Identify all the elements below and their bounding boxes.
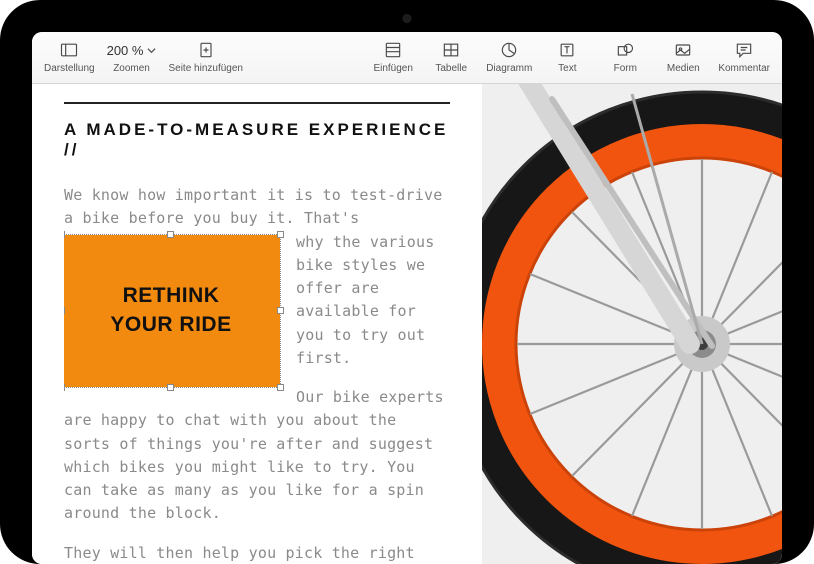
app-toolbar: Darstellung 200 % Zoomen Seite h bbox=[32, 32, 782, 84]
resize-handle-se[interactable] bbox=[277, 384, 284, 391]
resize-handle-w[interactable] bbox=[64, 307, 65, 314]
insert-icon bbox=[383, 38, 403, 62]
media-icon bbox=[673, 38, 693, 62]
text-button[interactable]: Text bbox=[540, 38, 594, 74]
resize-handle-e[interactable] bbox=[277, 307, 284, 314]
callout-shape[interactable]: RETHINK YOUR RIDE bbox=[64, 235, 280, 387]
view-label: Darstellung bbox=[44, 63, 95, 74]
bike-wheel-image bbox=[482, 84, 782, 564]
zoom-label: Zoomen bbox=[113, 63, 150, 74]
chart-label: Diagramm bbox=[486, 63, 532, 74]
body-text[interactable]: We know how important it is to test-driv… bbox=[64, 184, 450, 564]
resize-handle-sw[interactable] bbox=[64, 384, 65, 391]
media-label: Medien bbox=[667, 63, 700, 74]
table-icon bbox=[441, 38, 461, 62]
text-icon bbox=[557, 38, 577, 62]
media-button[interactable]: Medien bbox=[656, 38, 710, 74]
page-heading[interactable]: A MADE-TO-MEASURE EXPERIENCE // bbox=[64, 120, 450, 160]
insert-button[interactable]: Einfügen bbox=[366, 38, 420, 74]
paragraph-1a: We know how important it is to test-driv… bbox=[64, 186, 442, 227]
rule bbox=[64, 102, 450, 104]
resize-handle-ne[interactable] bbox=[277, 231, 284, 238]
add-page-icon bbox=[196, 38, 216, 62]
add-page-label: Seite hinzufügen bbox=[168, 63, 243, 74]
shape-icon bbox=[615, 38, 635, 62]
table-label: Tabelle bbox=[435, 63, 467, 74]
chart-button[interactable]: Diagramm bbox=[482, 38, 536, 74]
text-label: Text bbox=[558, 63, 576, 74]
view-icon bbox=[59, 38, 79, 62]
resize-handle-n[interactable] bbox=[167, 231, 174, 238]
document-canvas[interactable]: A MADE-TO-MEASURE EXPERIENCE // We know … bbox=[32, 84, 782, 564]
comment-icon bbox=[734, 38, 754, 62]
comment-label: Kommentar bbox=[718, 63, 770, 74]
paragraph-3: They will then help you pick the right f… bbox=[64, 542, 450, 564]
comment-button[interactable]: Kommentar bbox=[714, 38, 774, 74]
chart-icon bbox=[499, 38, 519, 62]
zoom-dropdown[interactable]: 200 % Zoomen bbox=[103, 38, 161, 74]
insert-label: Einfügen bbox=[373, 63, 412, 74]
zoom-value: 200 % bbox=[107, 43, 144, 58]
paragraph-2: Our bike experts are happy to chat with … bbox=[64, 386, 450, 526]
callout-line2: YOUR RIDE bbox=[110, 311, 231, 339]
shape-label: Form bbox=[614, 63, 637, 74]
callout-line1: RETHINK bbox=[123, 282, 220, 310]
chevron-down-icon bbox=[147, 46, 156, 55]
device-camera bbox=[403, 14, 412, 23]
paragraph-1b: why the various bike styles we offer are… bbox=[296, 233, 434, 367]
inline-image[interactable] bbox=[482, 84, 782, 564]
table-button[interactable]: Tabelle bbox=[424, 38, 478, 74]
shape-button[interactable]: Form bbox=[598, 38, 652, 74]
resize-handle-s[interactable] bbox=[167, 384, 174, 391]
resize-handle-nw[interactable] bbox=[64, 231, 65, 238]
add-page-button[interactable]: Seite hinzufügen bbox=[164, 38, 247, 74]
view-button[interactable]: Darstellung bbox=[40, 38, 99, 74]
